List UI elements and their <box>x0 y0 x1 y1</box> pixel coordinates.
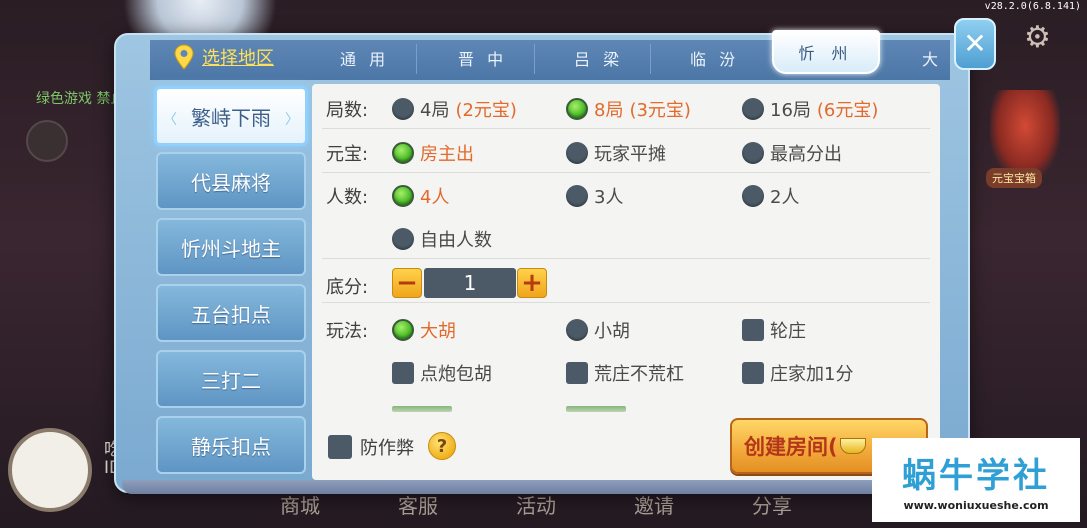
payment-option-split[interactable]: 玩家平摊 <box>566 140 666 166</box>
radio-icon <box>392 98 414 120</box>
nav-share[interactable]: 分享 <box>752 490 792 519</box>
tab-divider <box>534 44 535 74</box>
base-score-minus-button[interactable]: − <box>392 268 422 298</box>
play-option-lunzhuang[interactable]: 轮庄 <box>742 317 806 343</box>
radio-icon <box>566 142 588 164</box>
region-select-button[interactable]: 选择地区 <box>174 44 274 70</box>
tab-divider <box>416 44 417 74</box>
players-label: 人数: <box>326 187 369 208</box>
watermark-url: www.woniuxueshe.com <box>903 499 1049 512</box>
players-option-free[interactable]: 自由人数 <box>392 226 492 252</box>
checkbox-icon <box>742 362 764 384</box>
game-item-label: 静乐扣点 <box>191 434 271 459</box>
nav-service[interactable]: 客服 <box>398 490 438 519</box>
scroll-fade <box>312 404 940 418</box>
gear-icon[interactable]: ⚙ <box>1024 20 1051 55</box>
game-item-daixian[interactable]: 代县麻将 <box>156 152 306 210</box>
tab-jinzhong[interactable]: 晋 中 <box>458 46 507 70</box>
base-score-label: 底分: <box>326 277 369 298</box>
radio-icon <box>742 142 764 164</box>
payment-option-winner[interactable]: 最高分出 <box>742 140 842 166</box>
nav-shop[interactable]: 商城 <box>280 490 320 519</box>
radio-icon <box>742 185 764 207</box>
players-option-4[interactable]: 4人 <box>392 183 449 209</box>
game-item-label: 忻州斗地主 <box>181 236 281 261</box>
radio-icon <box>392 228 414 250</box>
watermark: 蜗牛学社 www.woniuxueshe.com <box>872 438 1080 522</box>
radio-selected-icon <box>392 142 414 164</box>
close-button[interactable]: ✕ <box>954 18 996 70</box>
base-score-plus-button[interactable]: + <box>517 268 547 298</box>
bottom-nav: 商城 客服 活动 邀请 分享 <box>280 490 792 519</box>
game-item-jingle[interactable]: 静乐扣点 <box>156 416 306 474</box>
row-divider <box>322 302 930 303</box>
radio-selected-icon <box>566 98 588 120</box>
game-item-sandaer[interactable]: 三打二 <box>156 350 306 408</box>
row-divider <box>322 172 930 173</box>
play-option-xiaohu[interactable]: 小胡 <box>566 317 630 343</box>
base-score-value: 1 <box>424 268 516 298</box>
payment-label: 元宝: <box>326 144 369 165</box>
chevron-right-icon: 〉 <box>285 112 299 128</box>
avatar[interactable] <box>8 428 92 512</box>
radio-icon <box>566 319 588 341</box>
radio-selected-icon <box>392 185 414 207</box>
checkbox-icon <box>742 319 764 341</box>
play-label: 玩法: <box>326 321 369 342</box>
game-item-fanshi[interactable]: 〈 繁峙下雨 〉 <box>154 86 308 146</box>
tab-divider <box>650 44 651 74</box>
treasure-box-label[interactable]: 元宝宝箱 <box>986 168 1042 188</box>
tab-da[interactable]: 大 <box>922 46 942 70</box>
game-item-label: 代县麻将 <box>191 170 271 195</box>
payment-option-host[interactable]: 房主出 <box>392 140 474 166</box>
rounds-option-16[interactable]: 16局 (6元宝) <box>742 96 878 122</box>
tab-general[interactable]: 通 用 <box>340 46 389 70</box>
radio-icon <box>566 185 588 207</box>
row-divider <box>322 258 930 259</box>
game-item-label: 三打二 <box>201 368 261 393</box>
checkbox-icon <box>566 362 588 384</box>
green-game-notice: 绿色游戏 禁止 <box>36 91 125 107</box>
nav-invite[interactable]: 邀请 <box>634 490 674 519</box>
region-select-label: 选择地区 <box>202 48 274 69</box>
fortune-god-icon <box>990 90 1060 180</box>
checkbox-icon <box>392 362 414 384</box>
tab-xinzhou[interactable]: 忻 州 <box>772 30 880 74</box>
close-icon: ✕ <box>963 27 987 60</box>
play-option-zhuangjia[interactable]: 庄家加1分 <box>742 360 853 386</box>
players-option-3[interactable]: 3人 <box>566 183 623 209</box>
game-item-label: 五台扣点 <box>191 302 271 327</box>
stamp-icon <box>26 120 68 162</box>
rounds-label: 局数: <box>326 100 369 121</box>
version-text: v28.2.0(6.8.141) <box>984 1 1081 12</box>
location-pin-icon <box>174 44 194 70</box>
play-option-dianpao[interactable]: 点炮包胡 <box>392 360 492 386</box>
dialog-bottom-bar <box>122 480 958 494</box>
checkbox-icon <box>328 435 352 459</box>
play-option-huangzhuang[interactable]: 荒庄不荒杠 <box>566 360 684 386</box>
tab-lvliang[interactable]: 吕 梁 <box>574 46 623 70</box>
row-divider <box>322 128 930 129</box>
game-item-label: 繁峙下雨 <box>191 105 271 130</box>
game-item-wutai[interactable]: 五台扣点 <box>156 284 306 342</box>
chevron-left-icon: 〈 <box>163 112 177 128</box>
radio-icon <box>742 98 764 120</box>
anti-cheat-checkbox[interactable]: 防作弊 <box>328 434 414 460</box>
nav-activity[interactable]: 活动 <box>516 490 556 519</box>
watermark-title: 蜗牛学社 <box>902 456 1050 496</box>
rounds-option-8[interactable]: 8局 (3元宝) <box>566 96 691 122</box>
play-option-dahu[interactable]: 大胡 <box>392 317 456 343</box>
gold-ingot-icon <box>839 438 866 454</box>
game-item-xinzhou-doudizhu[interactable]: 忻州斗地主 <box>156 218 306 276</box>
players-option-2[interactable]: 2人 <box>742 183 799 209</box>
radio-selected-icon <box>392 319 414 341</box>
tab-linfen[interactable]: 临 汾 <box>690 46 739 70</box>
rounds-option-4[interactable]: 4局 (2元宝) <box>392 96 517 122</box>
help-icon[interactable]: ? <box>428 432 456 460</box>
